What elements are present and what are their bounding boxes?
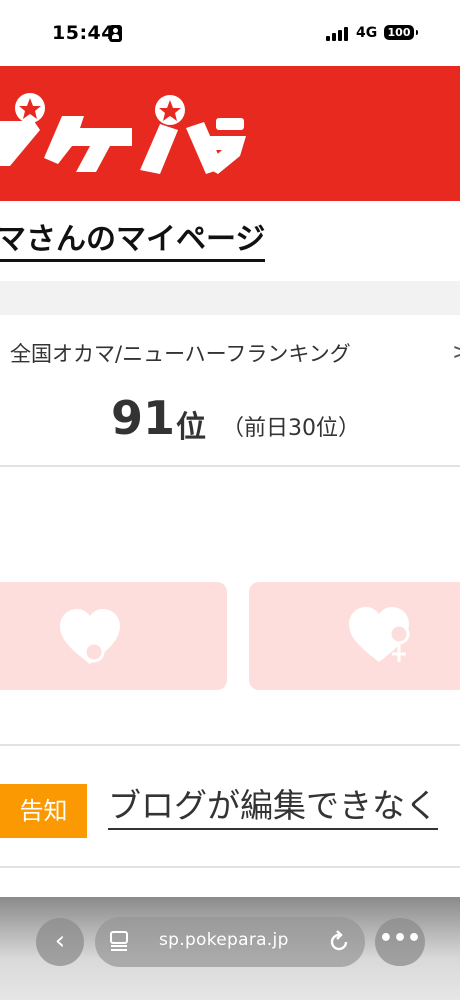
page-title-section: マさんのマイページ xyxy=(0,201,460,281)
back-button[interactable]: ‹ xyxy=(36,918,84,966)
brand-banner[interactable] xyxy=(0,66,460,201)
section-divider-band xyxy=(0,281,460,315)
notice-link[interactable]: ブログが編集できなく xyxy=(108,784,438,830)
female-filter-button[interactable] xyxy=(249,582,460,690)
rank-number: 91 xyxy=(111,391,176,445)
status-time: 15:44 xyxy=(52,22,115,44)
network-type: 4G xyxy=(356,25,378,41)
url-text: sp.pokepara.jp xyxy=(159,930,289,950)
more-button[interactable]: ••• xyxy=(375,918,425,966)
rank-unit: 位 xyxy=(176,410,206,445)
rank-previous: （前日30位） xyxy=(222,416,360,441)
chevron-right-icon: > xyxy=(452,340,460,365)
status-bar: 15:44 4G 100 xyxy=(0,0,460,66)
male-filter-button[interactable] xyxy=(0,582,227,690)
battery-icon: 100 xyxy=(384,25,418,40)
page-title[interactable]: マさんのマイページ xyxy=(0,221,266,262)
address-bar[interactable]: sp.pokepara.jp xyxy=(95,917,365,967)
divider xyxy=(0,866,460,868)
signal-icon xyxy=(326,27,352,41)
notice-badge: 告知 xyxy=(0,784,87,838)
chevron-left-icon: ‹ xyxy=(54,926,66,956)
page-menu-icon[interactable] xyxy=(110,931,128,951)
ranking-label: 全国オカマ/ニューハーフランキング xyxy=(10,342,351,366)
divider xyxy=(0,744,460,746)
focus-person-icon xyxy=(109,25,122,42)
heart-female-icon xyxy=(349,607,410,662)
more-icon: ••• xyxy=(378,926,422,951)
divider xyxy=(0,465,460,467)
heart-male-icon xyxy=(60,609,120,664)
brand-logo[interactable] xyxy=(0,66,460,201)
reload-icon[interactable] xyxy=(328,929,350,953)
